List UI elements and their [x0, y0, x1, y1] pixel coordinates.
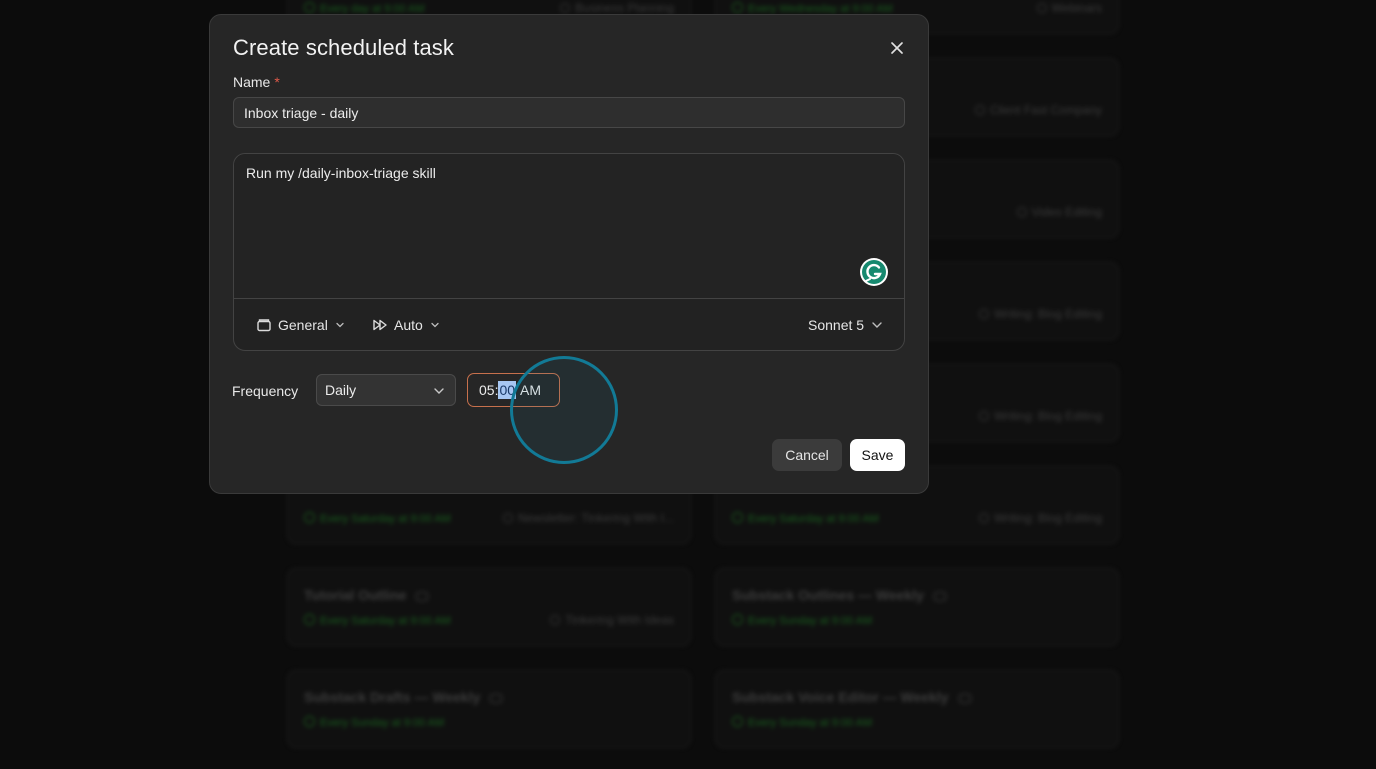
folder-icon — [933, 591, 946, 601]
task-project: Newsletter: Tinkering With I... — [503, 511, 674, 525]
time-minutes[interactable]: 00 — [498, 381, 517, 399]
frequency-select-value: Daily — [325, 382, 357, 398]
cancel-button[interactable]: Cancel — [772, 439, 842, 471]
task-schedule: Every Saturday at 9:00 AM — [304, 512, 451, 525]
save-button[interactable]: Save — [850, 439, 905, 471]
time-input[interactable]: 05:00 AM — [467, 373, 560, 407]
project-selector[interactable]: General — [256, 315, 346, 335]
task-project: Tinkering With Ideas — [550, 613, 674, 627]
required-mark: * — [274, 74, 280, 90]
chevron-down-icon — [872, 322, 882, 328]
close-icon — [891, 42, 903, 54]
task-project: Business Planning — [560, 1, 674, 15]
background-task-card: Tutorial Outline Every Saturday at 9:00 … — [287, 568, 691, 646]
model-selector-label: Sonnet 5 — [808, 317, 865, 333]
name-input[interactable] — [233, 97, 905, 128]
folder-icon — [416, 591, 429, 601]
chevron-down-icon — [434, 388, 444, 394]
task-schedule: Every Sunday at 9:00 AM — [732, 716, 872, 729]
task-title: Substack Voice Editor — Weekly — [732, 689, 949, 705]
task-title: Tutorial Outline — [304, 587, 407, 603]
task-schedule: Every Sunday at 9:00 AM — [732, 614, 872, 627]
close-button[interactable] — [886, 37, 908, 59]
folder-icon — [490, 693, 503, 703]
task-project: Video Editing — [1017, 205, 1103, 219]
chevron-down-icon — [431, 322, 439, 328]
task-schedule: Every Saturday at 9:00 AM — [732, 512, 879, 525]
task-project: Client Fast Company — [975, 103, 1102, 117]
chevron-down-icon — [336, 322, 344, 328]
task-schedule: Every Saturday at 9:00 AM — [304, 614, 451, 627]
task-project: Webinars — [1037, 1, 1102, 15]
frequency-label: Frequency — [232, 383, 299, 399]
prompt-composer: Run my /daily-inbox-triage skill General — [233, 153, 905, 351]
name-label: Name * — [233, 74, 280, 90]
project-selector-label: General — [278, 317, 328, 333]
name-label-text: Name — [233, 74, 271, 90]
frequency-select[interactable]: Daily — [316, 374, 456, 406]
folder-icon — [958, 693, 971, 703]
background-task-card: Substack Drafts — Weekly Every Sunday at… — [287, 670, 691, 748]
time-hours[interactable]: 05 — [479, 382, 495, 398]
task-title: Substack Outlines — Weekly — [732, 587, 924, 603]
screen: Every day at 9:00 AM Business Planning E… — [0, 0, 1376, 769]
grammarly-button[interactable] — [859, 257, 889, 287]
task-schedule: Every Sunday at 9:00 AM — [304, 716, 444, 729]
mode-selector-label: Auto — [394, 317, 423, 333]
task-title: Substack Drafts — Weekly — [304, 689, 481, 705]
model-selector[interactable]: Sonnet 5 — [808, 315, 884, 335]
grammarly-icon — [860, 258, 888, 286]
dialog-title: Create scheduled task — [233, 35, 455, 60]
background-task-card: Substack Outlines — Weekly Every Sunday … — [715, 568, 1119, 646]
background-task-card: Substack Voice Editor — Weekly Every Sun… — [715, 670, 1119, 748]
fast-forward-icon — [373, 319, 387, 331]
task-project: Writing: Blog Editing — [979, 307, 1102, 321]
task-project: Writing: Blog Editing — [979, 511, 1102, 525]
folder-icon — [257, 319, 271, 332]
prompt-input[interactable]: Run my /daily-inbox-triage skill — [234, 154, 904, 299]
task-project: Writing: Blog Editing — [979, 409, 1102, 423]
time-period[interactable]: AM — [520, 382, 541, 398]
mode-selector[interactable]: Auto — [372, 315, 441, 335]
create-scheduled-task-dialog: Create scheduled task Name* Run my /dail… — [209, 14, 929, 494]
